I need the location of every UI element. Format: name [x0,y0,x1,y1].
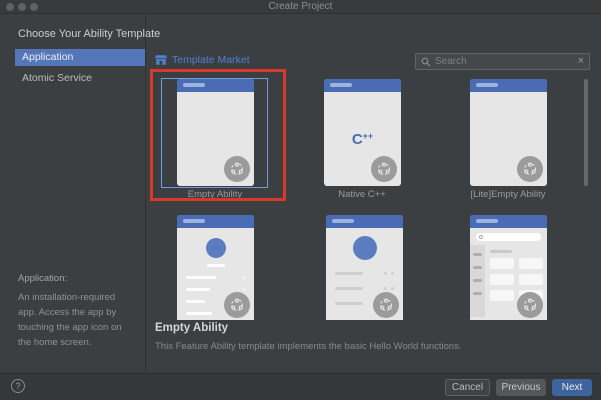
mock-line [490,250,512,253]
mock-search-icon [479,235,483,239]
cancel-button[interactable]: Cancel [445,379,490,396]
ability-badge [371,156,397,182]
mock-dot [384,287,387,290]
help-button[interactable]: ? [11,379,25,393]
mock-dot [243,288,245,291]
mock-line [473,266,482,269]
template-market-label: Template Market [172,54,250,66]
mock-title-pill [332,219,354,223]
application-info-title: Application: [18,273,68,284]
close-window-icon[interactable] [6,3,14,11]
mock-line [186,276,216,279]
next-button[interactable]: Next [552,379,592,396]
mock-title-pill [476,83,498,87]
mock-title-pill [476,219,498,223]
window-title: Create Project [268,1,333,12]
template-card-row2-1[interactable] [177,215,254,320]
mock-dot [391,272,394,275]
clear-search-icon[interactable]: × [578,56,584,67]
mock-line [473,253,482,256]
search-icon [421,57,431,66]
template-grid-row2 [146,210,588,320]
mock-line [186,288,210,291]
mock-dot [391,287,394,290]
sidebar-item-application[interactable]: Application [15,49,145,66]
template-card-native-cpp[interactable]: C ++ [324,79,401,186]
card-label-native-cpp: Native C++ [338,189,386,200]
mock-line [186,300,205,303]
mock-app-header [324,79,401,92]
ability-atom-icon [524,298,536,311]
panel-heading: Choose Your Ability Template [18,28,161,40]
template-market-link[interactable]: Template Market [155,54,250,66]
mock-app-header [326,215,403,228]
card-label-lite-empty-ability: [Lite]Empty Ability [470,189,546,200]
mock-line [335,287,363,290]
maximize-window-icon[interactable] [30,3,38,11]
minimize-window-icon[interactable] [18,3,26,11]
mock-title-pill [183,83,205,87]
mock-title-pill [183,219,205,223]
ability-atom-icon [231,162,243,175]
ability-atom-icon [231,298,243,311]
mock-app-header [470,215,547,228]
mock-dot [243,276,245,279]
ability-badge [517,156,543,182]
ability-atom-icon [378,162,390,175]
vertical-scrollbar[interactable] [584,79,588,186]
search-input[interactable] [435,56,574,67]
mock-line [335,302,363,305]
sidebar-item-atomic-service[interactable]: Atomic Service [15,70,145,87]
application-info-text: An installation-required app. Access the… [18,292,122,348]
ability-badge [224,292,250,318]
mock-app-header [177,215,254,228]
mock-app-header [177,79,254,92]
ability-atom-icon [380,298,392,311]
ability-badge [373,292,399,318]
template-card-row2-2[interactable] [326,215,403,320]
mock-dot [384,272,387,275]
template-card-lite-empty-ability[interactable] [470,79,547,186]
previous-button[interactable]: Previous [496,379,546,396]
mock-line [335,272,363,275]
template-card-empty-ability[interactable] [177,79,254,186]
search-box[interactable]: × [415,53,590,70]
selected-template-description: This Feature Ability template implements… [155,341,462,352]
mock-line [206,264,225,267]
mock-line [473,279,482,282]
title-bar: Create Project [0,0,601,14]
selected-template-title: Empty Ability [155,322,229,334]
mock-search-bar [476,233,541,241]
ability-badge [517,292,543,318]
mock-app-header [470,79,547,92]
mock-title-pill [330,83,352,87]
mock-avatar [352,236,377,260]
mock-line [473,292,482,295]
storefront-icon [155,55,167,65]
create-project-dialog: Create Project Choose Your Ability Templ… [0,0,601,400]
mock-line [186,312,212,315]
ability-atom-icon [524,162,536,175]
mock-avatar [205,238,226,258]
card-label-empty-ability: Empty Ability [187,189,243,200]
ability-badge [224,156,250,182]
mock-sidebar [470,245,485,317]
template-card-row2-3[interactable] [470,215,547,320]
